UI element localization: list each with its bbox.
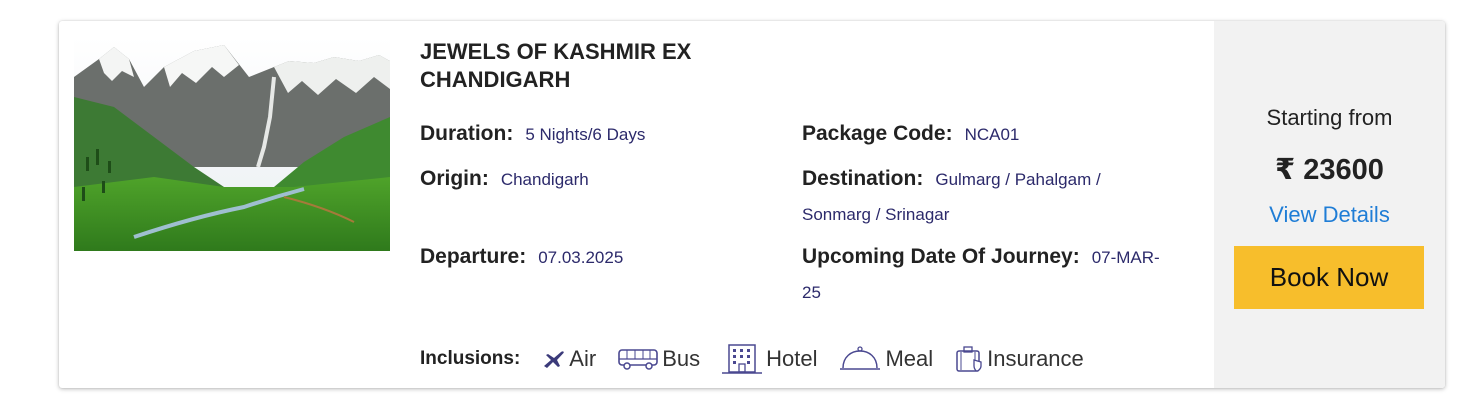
mountain-valley-photo	[74, 37, 390, 251]
meal-cloche-icon	[840, 346, 881, 370]
bus-icon	[618, 349, 658, 370]
inclusion-air: Air	[542, 346, 596, 372]
origin-field: Origin: Chandigarh	[420, 162, 589, 198]
origin-value: Chandigarh	[500, 170, 589, 189]
journey-date-label: Upcoming Date Of Journey:	[802, 245, 1080, 268]
package-image[interactable]	[74, 37, 390, 251]
package-code-label: Package Code:	[802, 122, 953, 145]
hotel-icon	[722, 344, 763, 374]
inclusion-bus-label: Bus	[662, 346, 701, 371]
inclusion-air-label: Air	[569, 346, 597, 371]
starting-from-label: Starting from	[1266, 105, 1393, 130]
departure-label: Departure:	[420, 245, 527, 268]
price-value: ₹ 23600	[1275, 154, 1384, 186]
package-title[interactable]: JEWELS OF KASHMIR EX CHANDIGARH	[420, 38, 780, 94]
plane-icon	[544, 351, 565, 368]
inclusions-label: Inclusions:	[420, 348, 521, 369]
package-card: JEWELS OF KASHMIR EX CHANDIGARH Duration…	[59, 21, 1445, 388]
duration-value: 5 Nights/6 Days	[525, 125, 646, 144]
destination-field: Destination: Gulmarg / Pahalgam / Sonmarg…	[802, 162, 1172, 233]
origin-label: Origin:	[420, 167, 489, 190]
inclusion-hotel: Hotel	[721, 343, 817, 375]
departure-value: 07.03.2025	[538, 248, 624, 267]
duration-label: Duration:	[420, 122, 514, 145]
book-now-button[interactable]: Book Now	[1234, 246, 1424, 309]
departure-field: Departure: 07.03.2025	[420, 240, 623, 276]
duration-field: Duration: 5 Nights/6 Days	[420, 117, 645, 153]
inclusions-row: Inclusions: Air Bus Hotel Meal Insurance	[420, 339, 1105, 379]
view-details-link[interactable]: View Details	[1214, 202, 1445, 228]
package-code-value: NCA01	[964, 125, 1020, 144]
inclusion-hotel-label: Hotel	[766, 346, 818, 371]
inclusion-meal: Meal	[838, 344, 933, 374]
journey-date-field: Upcoming Date Of Journey: 07-MAR-25	[802, 240, 1172, 311]
insurance-icon	[956, 346, 982, 372]
inclusion-insurance: Insurance	[954, 345, 1084, 373]
inclusion-meal-label: Meal	[885, 346, 934, 371]
inclusion-insurance-label: Insurance	[987, 346, 1084, 371]
pricing-panel: Starting from ₹ 23600 View Details Book …	[1214, 21, 1445, 388]
inclusion-bus: Bus	[617, 346, 700, 372]
destination-label: Destination:	[802, 167, 924, 190]
package-code-field: Package Code: NCA01	[802, 117, 1019, 153]
